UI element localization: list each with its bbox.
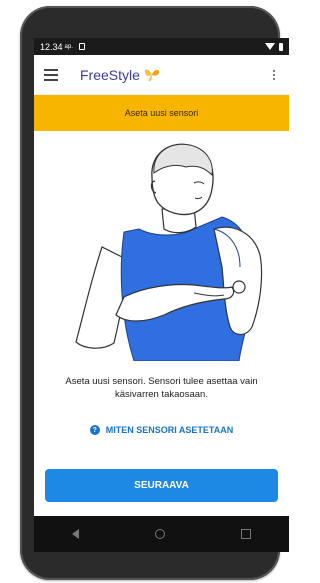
title-banner: Aseta uusi sensori — [34, 95, 289, 131]
back-nav-icon[interactable] — [72, 529, 79, 539]
brand-name: FreeStyle — [80, 66, 140, 83]
instruction-text: Aseta uusi sensori. Sensori tulee asetta… — [65, 376, 258, 400]
help-link-label: MITEN SENSORI ASETETAAN — [105, 425, 234, 435]
main-content: Aseta uusi sensori. Sensori tulee asetta… — [34, 131, 289, 517]
status-ampm: ap. — [64, 43, 73, 50]
help-icon: ? — [89, 425, 100, 435]
how-to-apply-link[interactable]: ? MITEN SENSORI ASETETAAN — [34, 425, 289, 435]
app-screen: 12.34 ap. FreeStyle Aseta uusi sensori A… — [34, 38, 289, 552]
status-bar: 12.34 ap. — [34, 38, 289, 55]
next-button[interactable]: SEURAAVA — [45, 469, 278, 502]
battery-icon — [279, 42, 283, 51]
butterfly-logo-icon — [144, 68, 159, 81]
banner-title: Aseta uusi sensori — [124, 108, 199, 118]
app-bar: FreeStyle — [34, 55, 289, 95]
notification-icon — [78, 43, 85, 50]
status-time: 12.34 — [40, 41, 63, 52]
wifi-icon — [265, 43, 275, 50]
more-vert-icon[interactable] — [269, 66, 279, 84]
menu-icon[interactable] — [44, 68, 58, 81]
android-nav-bar — [34, 516, 289, 552]
sensor-arm-illustration — [75, 143, 263, 361]
recents-nav-icon[interactable] — [241, 529, 251, 539]
home-nav-icon[interactable] — [155, 529, 165, 539]
brand-logo: FreeStyle — [80, 67, 161, 83]
